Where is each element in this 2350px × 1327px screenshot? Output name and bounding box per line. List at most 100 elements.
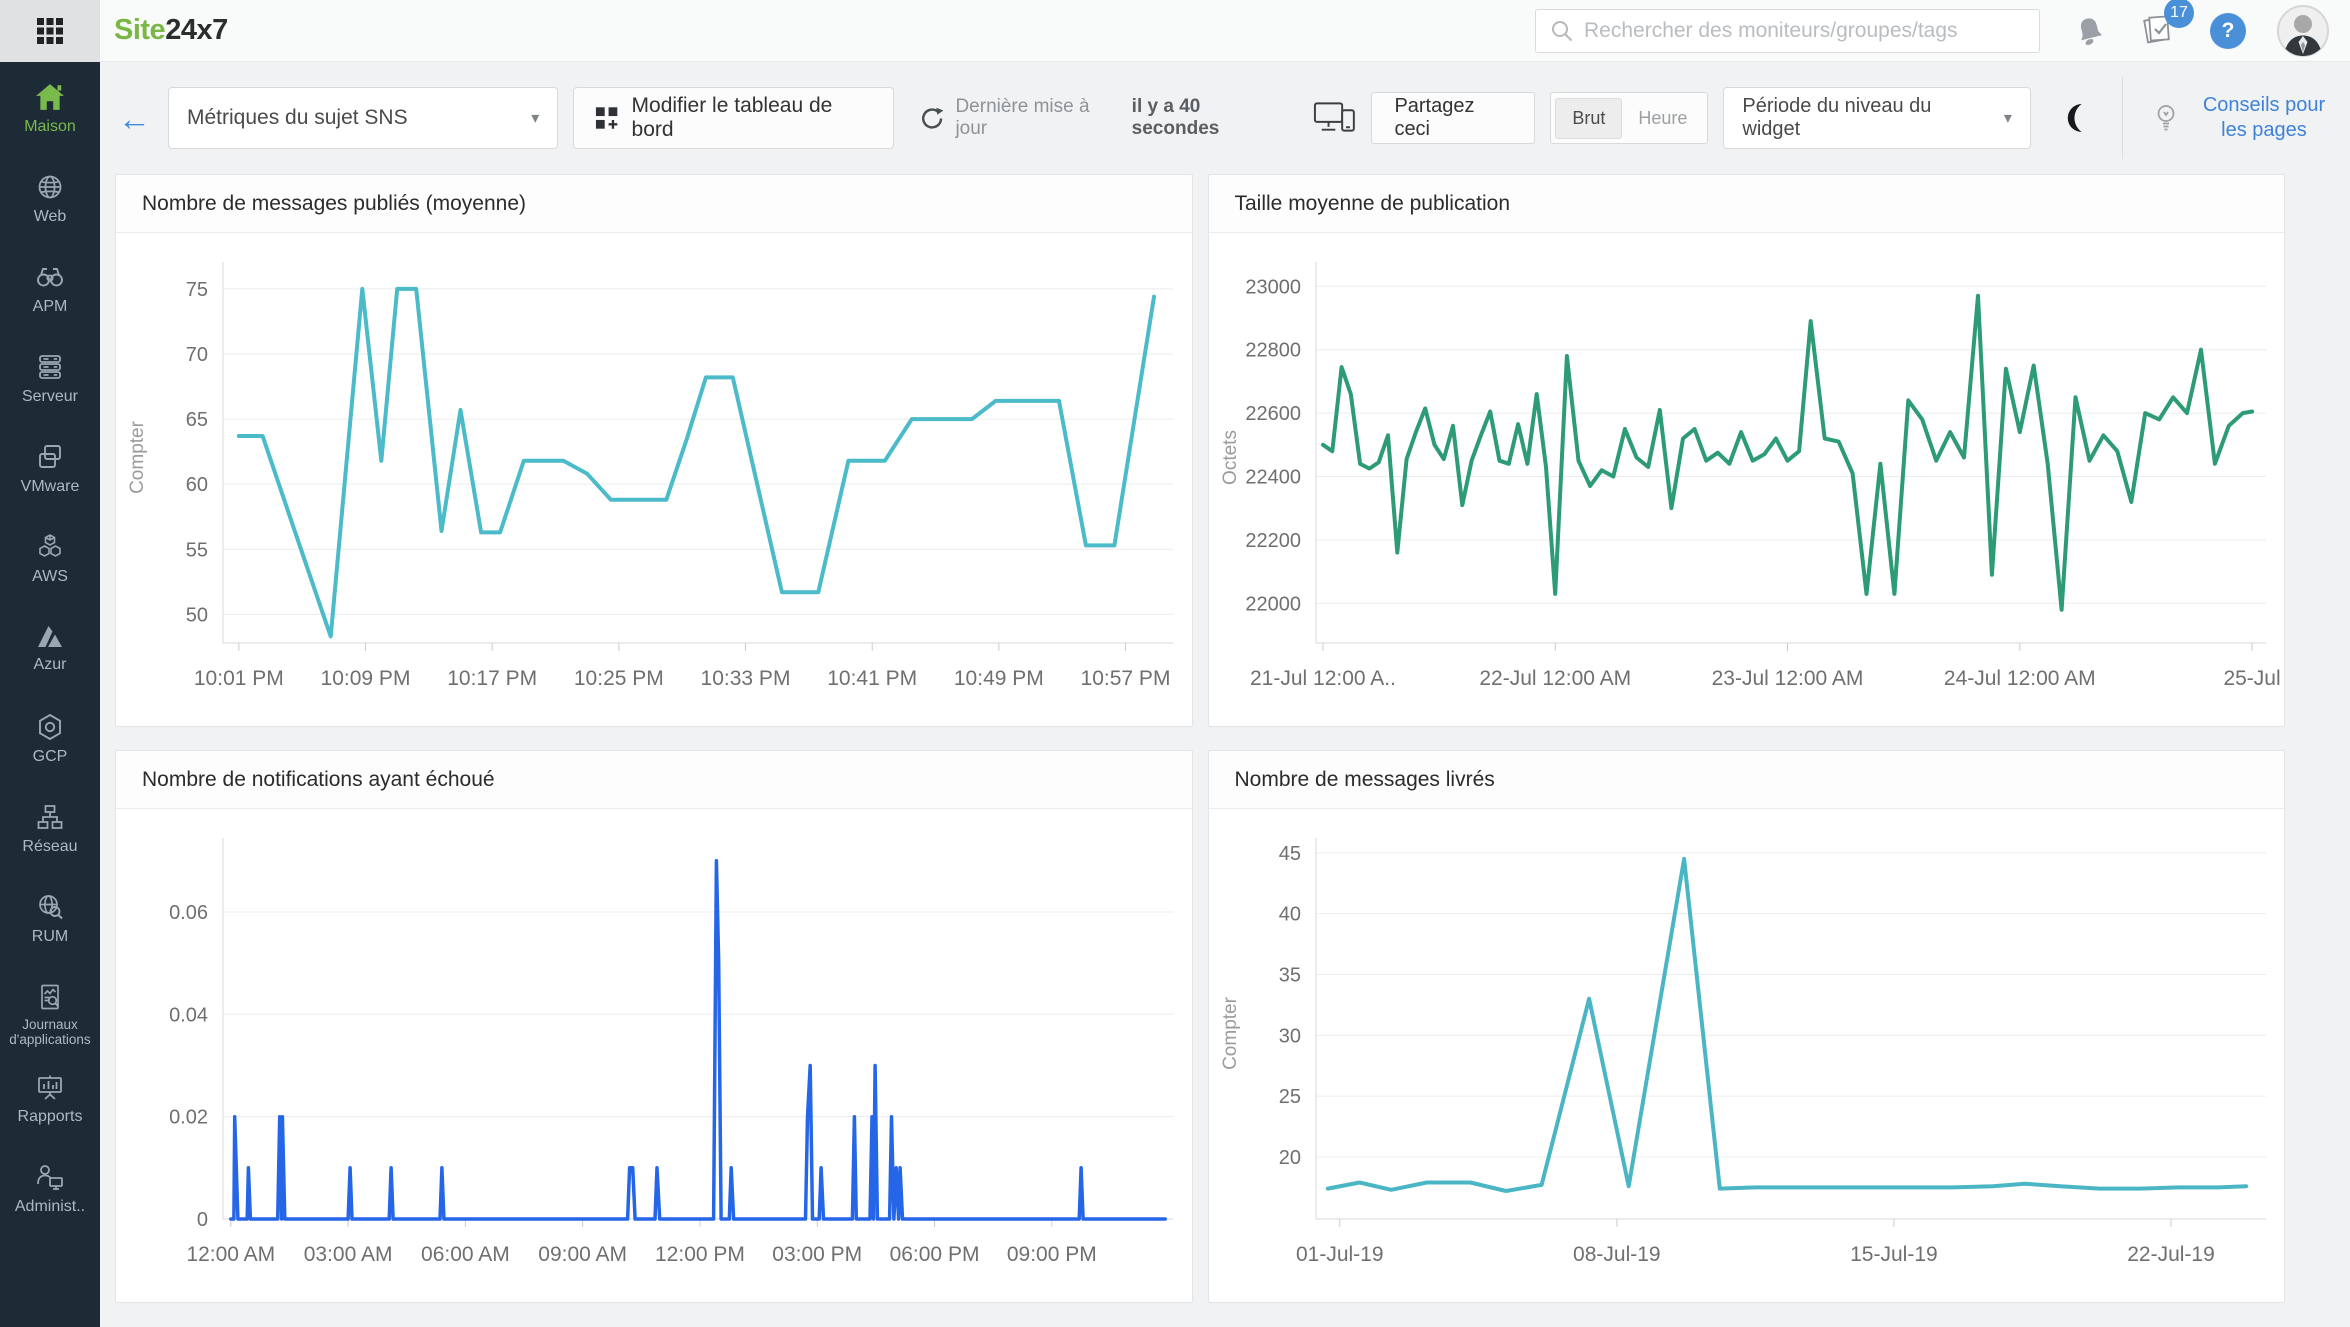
devices-icon[interactable] [1312,100,1357,136]
svg-text:06:00 PM: 06:00 PM [890,1243,980,1266]
svg-text:75: 75 [186,279,208,301]
globe-icon [38,175,62,199]
sidebar-item-rum[interactable]: RUM [0,892,100,982]
network-icon [37,805,63,829]
raw-hour-toggle: Brut Heure [1550,92,1709,144]
site24x7-dashboard: Site24x7 Rechercher des moniteurs/groupe… [0,0,2350,1327]
svg-text:03:00 PM: 03:00 PM [772,1243,862,1266]
svg-text:Compter: Compter [127,420,148,494]
dashboard-grid: Nombre de messages publiés (moyenne) 50 5… [100,174,2350,1327]
svg-text:Compter: Compter [1220,996,1241,1070]
svg-text:22000: 22000 [1245,593,1301,615]
sidebar-item-web[interactable]: Web [0,172,100,262]
sidebar-item-administration[interactable]: Administ.. [0,1162,100,1252]
sidebar-item-azur[interactable]: Azur [0,622,100,712]
widget-messages-publies: Nombre de messages publiés (moyenne) 50 5… [115,174,1193,727]
svg-text:01-Jul-19: 01-Jul-19 [1295,1243,1383,1266]
svg-text:65: 65 [186,409,208,431]
sidebar-item-journaux-applications[interactable]: Journaux d'applications [0,982,100,1072]
top-bar: Site24x7 Rechercher des moniteurs/groupe… [0,0,2350,62]
svg-text:40: 40 [1278,904,1300,926]
svg-text:10:49 PM: 10:49 PM [954,667,1044,690]
svg-text:30: 30 [1278,1025,1300,1047]
search-input[interactable] [1584,18,2025,43]
svg-text:12:00 AM: 12:00 AM [186,1243,275,1266]
svg-text:03:00 AM: 03:00 AM [304,1243,393,1266]
svg-text:10:25 PM: 10:25 PM [574,667,664,690]
svg-text:0.06: 0.06 [169,902,208,924]
widget-period-select[interactable]: Période du niveau du widget ▾ [1723,87,2031,149]
svg-text:15-Jul-19: 15-Jul-19 [1850,1243,1938,1266]
refresh-icon[interactable] [919,105,945,132]
dashboard-select[interactable]: Métriques du sujet SNS ▾ [168,87,559,149]
svg-text:22600: 22600 [1245,403,1301,425]
dark-mode-moon-icon[interactable] [2060,101,2093,135]
server-icon [39,355,61,379]
chart-notifications-echouees[interactable]: 0 0.02 0.04 0.06 12:00 AM 03:00 AM 06:00 AM 09:… [116,821,1191,1291]
app-grid-button[interactable] [0,0,100,62]
sidebar-nav: Maison Web APM Serveur VMware AWS Azur G… [0,62,100,1327]
svg-text:12:00 PM: 12:00 PM [655,1243,745,1266]
binoculars-icon [37,268,63,287]
svg-text:23000: 23000 [1245,276,1301,298]
sidebar-item-serveur[interactable]: Serveur [0,352,100,442]
sidebar-item-maison[interactable]: Maison [0,82,100,172]
last-update-label: Dernière mise à jour [955,96,1090,139]
bell-icon[interactable] [2072,13,2108,49]
svg-text:70: 70 [186,344,208,366]
edit-dashboard-button[interactable]: Modifier le tableau de bord [573,87,895,149]
app-logs-icon [41,984,60,1010]
chart-messages-livres[interactable]: 20 25 30 35 40 45 01-Jul-19 08-Jul-19 15-Jul-19 2… [1209,821,2284,1291]
sidebar-item-apm[interactable]: APM [0,262,100,352]
sidebar-item-aws[interactable]: AWS [0,532,100,622]
edit-dashboard-icon [596,107,618,129]
svg-text:60: 60 [186,474,208,496]
toggle-raw[interactable]: Brut [1555,97,1623,139]
widget-messages-livres: Nombre de messages livrés 20 25 30 35 40 45 01… [1207,750,2285,1303]
last-update-area: Dernière mise à jour il y a 40 secondes [919,96,1288,140]
widget-title: Taille moyenne de publication [1234,191,1511,215]
svg-text:0.04: 0.04 [169,1004,208,1026]
search-box[interactable] [1535,8,2040,53]
rum-globe-magnifier-icon [39,895,63,920]
share-button[interactable]: Partagez ceci [1371,92,1536,144]
svg-text:21-Jul 12:00 A..: 21-Jul 12:00 A.. [1249,667,1395,690]
user-avatar[interactable] [2276,4,2330,58]
svg-text:23-Jul 12:00 AM: 23-Jul 12:00 AM [1711,667,1863,690]
search-icon [1552,20,1573,41]
toggle-hour[interactable]: Heure [1622,99,1703,138]
aws-cubes-icon [39,534,61,557]
vmware-icon [39,445,61,468]
sidebar-item-reseau[interactable]: Réseau [0,802,100,892]
svg-text:22-Jul-19: 22-Jul-19 [2127,1243,2215,1266]
widget-taille-publication: Taille moyenne de publication 22000 22200… [1207,174,2285,727]
home-icon [36,84,64,110]
svg-text:25: 25 [1278,1086,1300,1108]
azure-icon [38,626,62,647]
back-arrow-button[interactable]: ← [118,102,151,135]
svg-text:22-Jul 12:00 AM: 22-Jul 12:00 AM [1479,667,1631,690]
site24x7-logo[interactable]: Site24x7 [114,14,228,47]
widget-title: Nombre de messages livrés [1234,767,1495,791]
svg-text:10:01 PM: 10:01 PM [194,667,284,690]
svg-text:09:00 AM: 09:00 AM [538,1243,627,1266]
widget-title: Nombre de messages publiés (moyenne) [142,191,527,215]
svg-text:Octets: Octets [1220,430,1241,485]
page-tips-link[interactable]: Conseils pour les pages [2152,93,2340,143]
dashboard-select-value: Métriques du sujet SNS [187,106,408,129]
sidebar-item-vmware[interactable]: VMware [0,442,100,532]
sidebar-item-rapports[interactable]: Rapports [0,1072,100,1162]
toolbar-divider [2122,77,2123,159]
svg-text:22200: 22200 [1245,530,1301,552]
help-button[interactable]: ? [2210,12,2246,49]
sidebar-item-gcp[interactable]: GCP [0,712,100,802]
svg-text:25-Jul: 25-Jul [2223,667,2280,690]
svg-text:20: 20 [1278,1147,1300,1169]
widget-notifications-echouees: Nombre de notifications ayant échoué 0 0.… [115,750,1193,1303]
svg-text:10:09 PM: 10:09 PM [321,667,411,690]
dashboard-toolbar: ← Métriques du sujet SNS ▾ Modifier le t… [100,62,2350,174]
tasks-button[interactable]: 17 [2138,0,2194,54]
reports-icon [38,1075,62,1100]
chart-taille-publication[interactable]: 22000 22200 22400 22600 22800 23000 21-Jul 12:… [1209,245,2284,715]
chart-messages-publies[interactable]: 50 55 60 65 70 75 10:01 PM 10:09 PM 10:17 PM 10:2… [116,245,1191,715]
